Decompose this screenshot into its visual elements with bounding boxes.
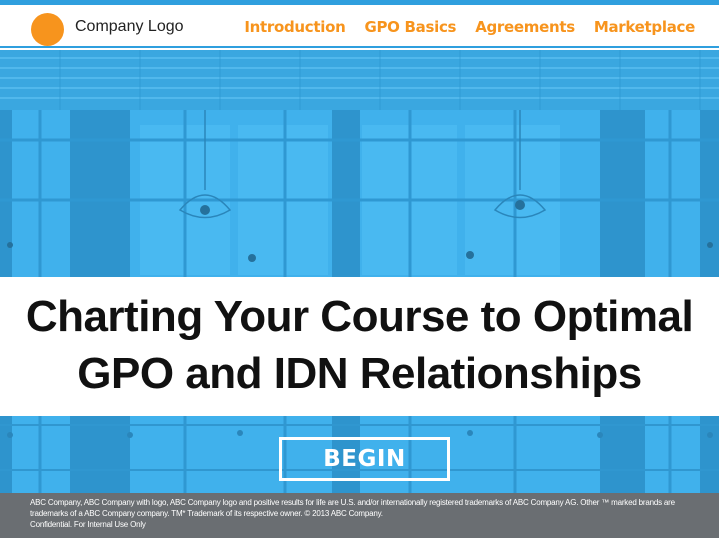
legal-disclaimer: ABC Company, ABC Company with logo, ABC … [30,498,675,518]
begin-button[interactable]: BEGIN [279,437,450,481]
confidential-notice: Confidential. For Internal Use Only [30,520,146,529]
company-logo-text: Company Logo [75,18,184,35]
legal-footer: ABC Company, ABC Company with logo, ABC … [0,493,719,538]
hero-background-image [0,50,719,493]
nav-introduction[interactable]: Introduction [244,18,345,36]
company-logo-icon [31,13,64,46]
header-bar: Company Logo Introduction GPO Basics Agr… [0,5,719,48]
nav-marketplace[interactable]: Marketplace [594,18,695,36]
course-title-line-2: GPO and IDN Relationships [77,349,642,398]
nav-gpo-basics[interactable]: GPO Basics [364,18,456,36]
nav-agreements[interactable]: Agreements [475,18,575,36]
building-interior-illustration [0,50,719,493]
main-nav: Introduction GPO Basics Agreements Marke… [244,18,695,36]
course-title-line-1: Charting Your Course to Optimal [25,292,694,341]
